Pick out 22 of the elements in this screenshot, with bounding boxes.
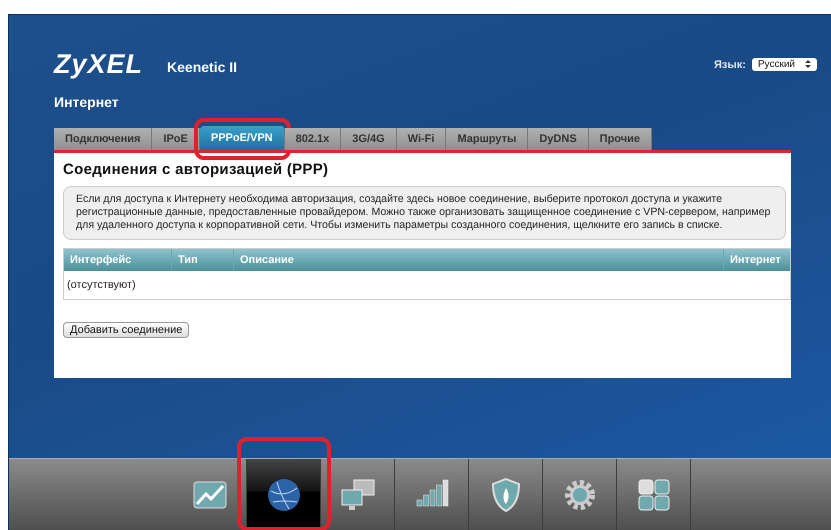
model-name: Keenetic II: [167, 58, 238, 74]
add-connection-button[interactable]: Добавить соединение: [63, 322, 190, 338]
tab[interactable]: IPoE: [152, 128, 200, 150]
tab[interactable]: Прочие: [588, 128, 652, 150]
column-header: Интернет: [729, 253, 782, 268]
empty-text: (отсутствуют): [66, 278, 137, 293]
info-text: Если для доступа к Интернету необходима авторизация, создайте здесь новое соединение, выберите протокол доступа и укажите регистрационные данные, предоставленные провайдером. Можно также организовать защищенное соединение с VPN-сервером, например для удаленного доступа к корпоративной сети. Чтобы изменить параметры созданного соединения, щелкните его запись в списке.: [63, 186, 786, 240]
section-title: Интернет: [53, 93, 120, 110]
panel-title: Соединения с авторизацией (PPP): [63, 161, 330, 178]
column-header: Тип: [172, 249, 234, 271]
language-select[interactable]: Русский: [752, 58, 817, 71]
column-header: Описание: [234, 249, 724, 271]
tab[interactable]: Wi-Fi: [396, 128, 446, 150]
logo: ZyXEL: [54, 49, 144, 80]
language-label: Язык:: [714, 58, 746, 70]
tab[interactable]: Подключения: [54, 128, 152, 150]
tab[interactable]: DyDNS: [528, 128, 589, 150]
tab[interactable]: 802.1x: [284, 128, 342, 150]
tab[interactable]: PPPoE/VPN: [200, 126, 285, 150]
column-header: Интерфейс: [64, 249, 172, 271]
tab[interactable]: 3G/4G: [341, 128, 397, 150]
tab[interactable]: Маршруты: [446, 128, 528, 150]
